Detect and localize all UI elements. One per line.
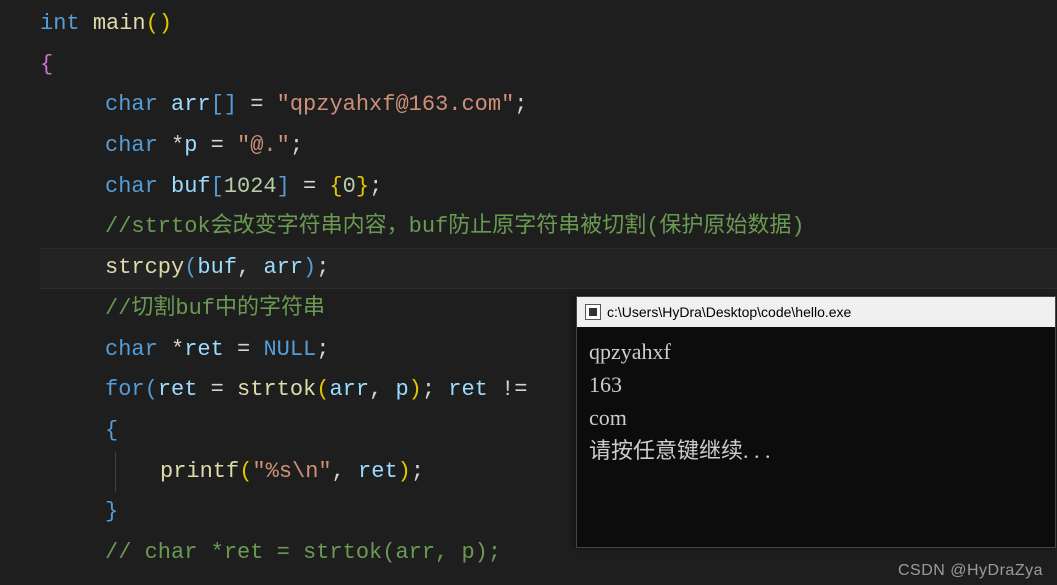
variable: arr xyxy=(329,377,369,402)
string: "qpzyahxf@163.com" xyxy=(277,92,515,117)
code-line[interactable]: char *p = "@."; xyxy=(40,126,1057,167)
code-line[interactable]: int main() xyxy=(40,4,1057,45)
comment: //切割buf中的字符串 xyxy=(105,296,325,321)
function-call: strcpy xyxy=(105,255,184,280)
keyword: char xyxy=(105,174,158,199)
operator: != xyxy=(501,377,527,402)
number: 1024 xyxy=(224,174,277,199)
terminal-output[interactable]: qpzyahxf 163 com 请按任意键继续. . . xyxy=(577,327,1055,475)
comment: // char *ret = strtok(arr, p); xyxy=(105,540,501,565)
keyword: int xyxy=(40,11,80,36)
watermark: CSDN @HyDraZya xyxy=(898,562,1043,580)
terminal-title-text: c:\Users\HyDra\Desktop\code\hello.exe xyxy=(607,304,851,320)
constant: NULL xyxy=(263,337,316,362)
function-call: printf xyxy=(160,459,239,484)
variable: ret xyxy=(184,337,224,362)
terminal-line: com xyxy=(589,401,1043,434)
code-line[interactable]: //strtok会改变字符串内容，buf防止原字符串被切割(保护原始数据) xyxy=(40,207,1057,248)
number: 0 xyxy=(343,174,356,199)
string: "@." xyxy=(237,133,290,158)
code-line[interactable]: { xyxy=(40,45,1057,86)
keyword: char xyxy=(105,133,158,158)
keyword: char xyxy=(105,337,158,362)
keyword: char xyxy=(105,92,158,117)
function-name: main xyxy=(93,11,146,36)
code-line[interactable]: char buf[1024] = {0}; xyxy=(40,167,1057,208)
string: "%s\n" xyxy=(252,459,331,484)
terminal-line: qpzyahxf xyxy=(589,335,1043,368)
variable: ret xyxy=(358,459,398,484)
variable: ret xyxy=(448,377,488,402)
comment: //strtok会改变字符串内容，buf防止原字符串被切割(保护原始数据) xyxy=(105,214,805,239)
variable: p xyxy=(395,377,408,402)
variable: p xyxy=(184,133,197,158)
code-line-active[interactable]: strcpy(buf, arr); xyxy=(40,248,1057,289)
keyword: for xyxy=(105,377,145,402)
code-line[interactable]: char arr[] = "qpzyahxf@163.com"; xyxy=(40,85,1057,126)
brace: { xyxy=(40,52,53,77)
variable: buf xyxy=(171,174,211,199)
terminal-line: 163 xyxy=(589,368,1043,401)
brace: { xyxy=(105,418,118,443)
function-call: strtok xyxy=(237,377,316,402)
terminal-line: 请按任意键继续. . . xyxy=(589,434,1043,467)
variable: buf xyxy=(197,255,237,280)
variable: arr xyxy=(171,92,211,117)
variable: arr xyxy=(263,255,303,280)
terminal-window[interactable]: c:\Users\HyDra\Desktop\code\hello.exe qp… xyxy=(576,296,1056,548)
terminal-titlebar[interactable]: c:\Users\HyDra\Desktop\code\hello.exe xyxy=(577,297,1055,327)
brace: } xyxy=(105,499,118,524)
variable: ret xyxy=(158,377,198,402)
terminal-icon xyxy=(585,304,601,320)
